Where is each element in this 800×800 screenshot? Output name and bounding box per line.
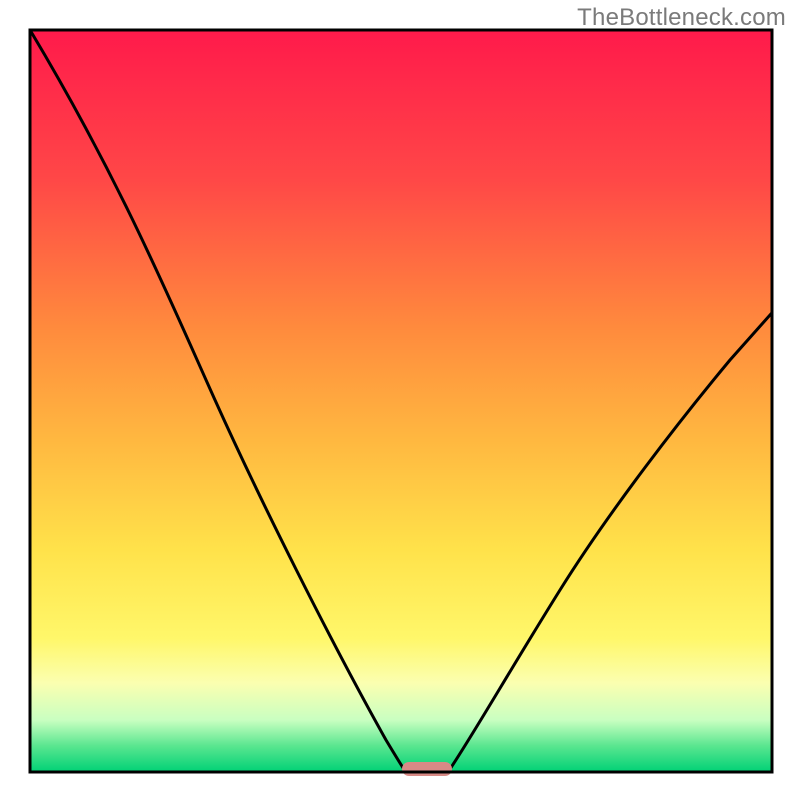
min-marker <box>402 762 452 776</box>
plot-background <box>30 30 772 772</box>
chart-container: TheBottleneck.com <box>0 0 800 800</box>
chart-svg <box>0 0 800 800</box>
watermark-text: TheBottleneck.com <box>577 4 786 32</box>
